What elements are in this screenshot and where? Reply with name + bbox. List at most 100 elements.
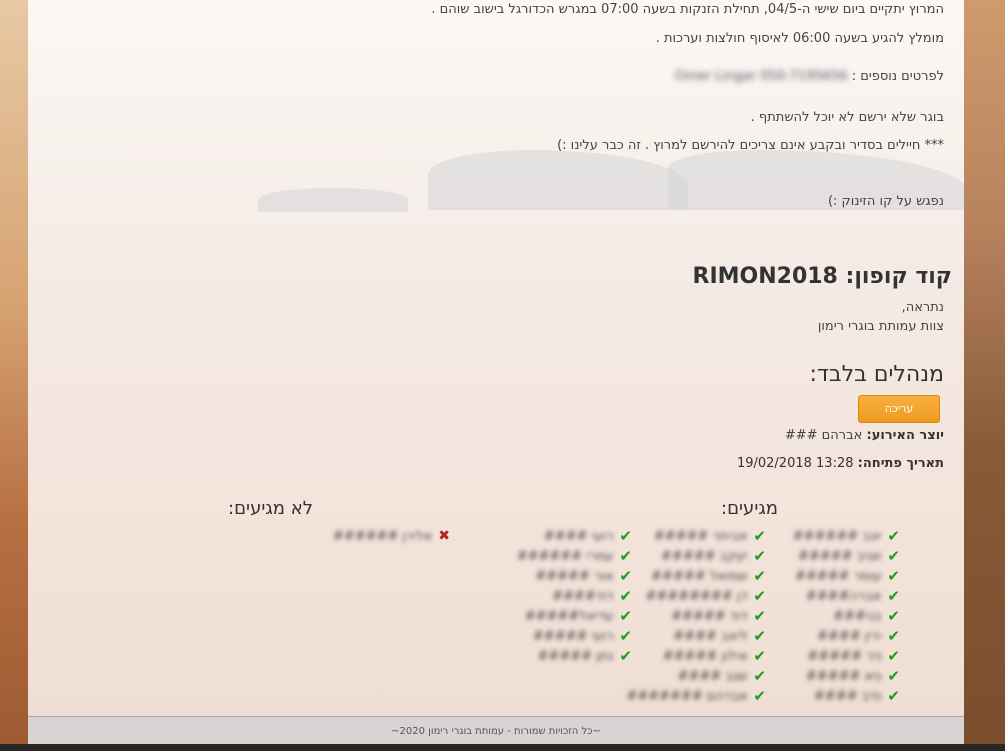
event-info-line: מומלץ להגיע בשעה 06:00 לאיסוף חולצות וער… [655,31,944,46]
opened-value: 13:28 19/02/2018 [736,456,854,471]
check-icon: ✔ [753,687,766,705]
attendee-row: ✔ יעקב ##### [626,546,766,566]
check-icon: ✔ [887,607,900,625]
check-icon: ✔ [619,567,632,585]
attendee-row: ✔ רועי #### [517,526,632,546]
background-mountain [428,150,688,210]
attendee-name: רועי #### [543,528,614,544]
cross-icon: ✖ [438,528,450,544]
background-mountain [258,188,408,212]
check-icon: ✔ [887,627,900,645]
check-icon: ✔ [887,667,900,685]
contact-info: Omer Lingar 050-7195656 [675,69,848,84]
check-icon: ✔ [753,607,766,625]
attendee-row: ✔ יונב ###### [793,526,900,546]
attendee-row: ✔ בני### [793,606,900,626]
check-icon: ✔ [887,567,900,585]
arriving-column: ✔ אביתר ##### ✔ יעקב ##### ✔ שמואל ##### ✔ דן #… [626,526,766,706]
attendee-row: ✔ אברהם ####### [626,686,766,706]
arriving-title: מגיעים: [721,498,778,519]
check-icon: ✔ [619,607,632,625]
signature-line: נתראה, [901,300,944,315]
edit-button[interactable]: עריכה [858,395,940,423]
attendee-row: ✔ עומר ##### [793,566,900,586]
attendee-name: דן ######## [645,588,748,604]
check-icon: ✔ [753,527,766,545]
check-icon: ✔ [619,547,632,565]
attendee-name: דוד ##### [671,608,748,624]
attendee-name: עומר ##### [794,568,882,584]
attendee-name: עמרי ###### [516,548,614,564]
check-icon: ✔ [887,547,900,565]
check-icon: ✔ [619,587,632,605]
attendee-row: ✔ רועי ##### [517,626,632,646]
details-line: לפרטים נוספים : Omer Lingar 050-7195656 [675,69,944,84]
check-icon: ✔ [753,647,766,665]
attendee-name: דוד#### [552,588,614,604]
event-info-line: המרוץ יתקיים ביום שישי ה-04/5, תחילת הזנ… [431,2,944,17]
managers-title: מנהלים בלבד: [809,362,944,387]
attendee-name: גיא ##### [805,668,882,684]
attendee-name: אילון ##### [662,648,748,664]
attendee-row: ✔ עדיאל##### [517,606,632,626]
attendee-name: שגב #### [677,668,748,684]
attendee-row: ✔ שגב #### [626,666,766,686]
attendee-name: אלירן ###### [332,528,433,544]
check-icon: ✔ [619,647,632,665]
event-info-line: בוגר שלא ירשם לא יוכל להשתתף . [750,110,944,125]
attendee-name: יעקב ##### [661,548,748,564]
attendee-row: ✔ ניר ##### [793,646,900,666]
attendee-name: שמואל ##### [651,568,748,584]
creator-label: יוצר האירוע: [866,428,945,443]
attendee-name: יונב ###### [792,528,882,544]
copyright-text: ~כל הזכויות שמורות - עמותת בוגרי רימון 2… [391,726,601,737]
attendee-row: ✔ דוד ##### [626,606,766,626]
bottom-bar [0,744,1005,751]
check-icon: ✔ [753,567,766,585]
check-icon: ✔ [753,627,766,645]
attendee-row: ✔ שניב ##### [793,546,900,566]
attendee-row: ✔ דן ######## [626,586,767,606]
check-icon: ✔ [753,667,766,685]
attendee-row: ✔ אביתר ##### [626,526,766,546]
check-icon: ✔ [887,687,900,705]
event-info-line: *** חיילים בסדיר ובקבע אינם צריכים להירש… [557,138,944,153]
attendee-row: ✔ נדב #### [793,686,900,706]
attendee-name: אביתר ##### [653,528,748,544]
attendee-row: ✔ אברה#### [793,586,900,606]
attendee-name: ניר ##### [807,648,882,664]
attendee-row: ✔ גיא ##### [793,666,900,686]
attendee-name: בני### [833,608,882,624]
attendee-row: ✔ עמרי ###### [517,546,632,566]
check-icon: ✔ [619,627,632,645]
event-info-line: נפגש על קו הזינוק :) [827,194,944,209]
attendee-name: אור ##### [535,568,614,584]
check-icon: ✔ [753,547,766,565]
attendee-name: עדיאל##### [524,608,614,624]
attendee-row: ✔ אילון ##### [626,646,766,666]
attendee-row: ✔ דוד#### [517,586,632,606]
event-panel: המרוץ יתקיים ביום שישי ה-04/5, תחילת הזנ… [28,0,964,716]
attendee-name: שניב ##### [797,548,882,564]
attendee-name: ירין #### [817,628,882,644]
attendee-row: ✔ ליאב #### [626,626,766,646]
signature-line: צוות עמותת בוגרי רימון [817,319,944,334]
attendee-name: אברהם ####### [626,688,748,704]
attendee-name: ליאב #### [673,628,748,644]
event-open-date: תאריך פתיחה: 13:28 19/02/2018 [737,456,944,471]
check-icon: ✔ [753,587,766,605]
coupon-code: קוד קופון: RIMON2018 [692,264,953,289]
arriving-column: ✔ יונב ###### ✔ שניב ##### ✔ עומר ##### ✔ אברה#… [793,526,900,706]
arriving-column: ✔ רועי #### ✔ עמרי ###### ✔ אור ##### ✔ דוד####… [517,526,632,666]
opened-label: תאריך פתיחה: [857,456,944,471]
creator-value: אברהם ### [784,428,863,443]
attendee-row: ✔ שמואל ##### [626,566,766,586]
attendee-name: אברה#### [805,588,882,604]
attendee-row: ✔ נתן ##### [517,646,632,666]
not-arriving-column: ✖ אלירן ###### [333,526,450,546]
details-label: לפרטים נוספים : [851,69,944,84]
not-arriving-title: לא מגיעים: [228,498,313,519]
check-icon: ✔ [887,527,900,545]
footer: ~כל הזכויות שמורות - עמותת בוגרי רימון 2… [28,716,964,745]
attendee-name: נדב #### [813,688,882,704]
